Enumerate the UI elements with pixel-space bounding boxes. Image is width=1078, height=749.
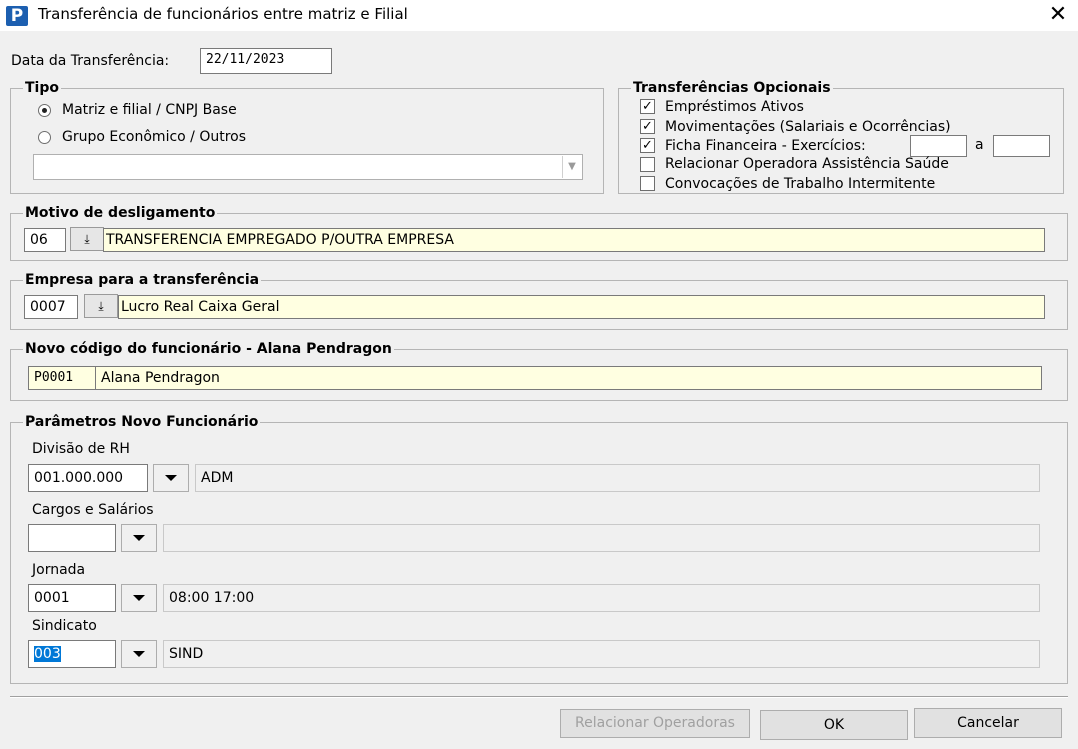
empresa-lookup-button[interactable]: ⤓	[84, 294, 118, 318]
title-bar: P Transferência de funcionários entre ma…	[0, 0, 1078, 31]
checkbox-ficha-financeira-label[interactable]: Ficha Financeira - Exercícios:	[665, 137, 866, 155]
tipo-combo[interactable]	[33, 154, 583, 180]
parametros-legend: Parâmetros Novo Funcionário	[23, 413, 261, 431]
cargos-dropdown-button[interactable]	[121, 524, 157, 552]
close-icon[interactable]: ✕	[1046, 3, 1070, 27]
divisao-description: ADM	[195, 464, 1040, 492]
footer-separator	[10, 696, 1068, 698]
jornada-label: Jornada	[32, 562, 86, 578]
motivo-lookup-button[interactable]: ⤓	[70, 227, 104, 251]
divisao-dropdown-button[interactable]	[153, 464, 189, 492]
checkbox-emprestimos-label[interactable]: Empréstimos Ativos	[665, 98, 804, 116]
download-arrow-icon: ⤓	[98, 299, 104, 313]
divisao-label: Divisão de RH	[32, 441, 130, 457]
sindicato-dropdown-button[interactable]	[121, 640, 157, 668]
empresa-description: Lucro Real Caixa Geral	[118, 295, 1045, 319]
jornada-dropdown-button[interactable]	[121, 584, 157, 612]
cargos-label: Cargos e Salários	[32, 502, 154, 518]
motivo-code-input[interactable]: 06	[24, 228, 66, 252]
checkbox-movimentacoes-label[interactable]: Movimentações (Salariais e Ocorrências)	[665, 118, 951, 136]
empresa-legend: Empresa para a transferência	[23, 271, 262, 289]
sindicato-code-selected-text: 003	[34, 646, 61, 662]
radio-grupo-economico-label[interactable]: Grupo Econômico / Outros	[62, 128, 246, 146]
cargos-description	[163, 524, 1040, 552]
novo-codigo-legend: Novo código do funcionário - Alana Pendr…	[23, 340, 394, 358]
novo-codigo-name: Alana Pendragon	[95, 366, 1042, 390]
transfer-date-label: Data da Transferência:	[11, 53, 170, 69]
empresa-code-input[interactable]: 0007	[24, 295, 78, 319]
checkbox-trabalho-intermitente[interactable]	[640, 176, 655, 191]
window-title: Transferência de funcionários entre matr…	[38, 5, 408, 23]
tipo-legend: Tipo	[23, 79, 61, 97]
novo-codigo-input[interactable]: P0001	[28, 366, 98, 390]
checkbox-emprestimos[interactable]: ✓	[640, 99, 655, 114]
cancel-button[interactable]: Cancelar	[914, 708, 1062, 738]
chevron-down-icon	[165, 475, 177, 481]
checkbox-operadora-saude[interactable]	[640, 157, 655, 172]
download-arrow-icon: ⤓	[84, 232, 90, 246]
jornada-description: 08:00 17:00	[163, 584, 1040, 612]
divisao-code-input[interactable]: 001.000.000	[28, 464, 148, 492]
jornada-code-input[interactable]: 0001	[28, 584, 116, 612]
cargos-code-input[interactable]	[28, 524, 116, 552]
app-logo-icon: P	[6, 6, 28, 26]
sindicato-description: SIND	[163, 640, 1040, 668]
checkbox-operadora-saude-label[interactable]: Relacionar Operadora Assistência Saúde	[665, 155, 949, 173]
exercise-range-separator: a	[975, 137, 984, 153]
motivo-description: TRANSFERENCIA EMPREGADO P/OUTRA EMPRESA	[103, 228, 1045, 252]
chevron-down-icon[interactable]: ▼	[562, 156, 581, 178]
radio-matriz-filial-label[interactable]: Matriz e filial / CNPJ Base	[62, 101, 237, 119]
chevron-down-icon	[133, 651, 145, 657]
motivo-legend: Motivo de desligamento	[23, 204, 218, 222]
sindicato-code-input[interactable]: 003	[28, 640, 116, 668]
radio-matriz-filial[interactable]	[38, 104, 51, 117]
checkbox-trabalho-intermitente-label[interactable]: Convocações de Trabalho Intermitente	[665, 175, 935, 193]
exercise-to-input[interactable]	[993, 135, 1050, 157]
sindicato-label: Sindicato	[32, 618, 97, 634]
chevron-down-icon	[133, 535, 145, 541]
ok-button[interactable]: OK	[760, 710, 908, 740]
transfer-date-input[interactable]: 22/11/2023	[200, 48, 332, 74]
opcionais-legend: Transferências Opcionais	[631, 79, 833, 97]
radio-grupo-economico[interactable]	[38, 131, 51, 144]
chevron-down-icon	[133, 595, 145, 601]
exercise-from-input[interactable]	[910, 135, 967, 157]
checkbox-ficha-financeira[interactable]: ✓	[640, 138, 655, 153]
checkbox-movimentacoes[interactable]: ✓	[640, 119, 655, 134]
relacionar-operadoras-button[interactable]: Relacionar Operadoras	[560, 709, 750, 738]
